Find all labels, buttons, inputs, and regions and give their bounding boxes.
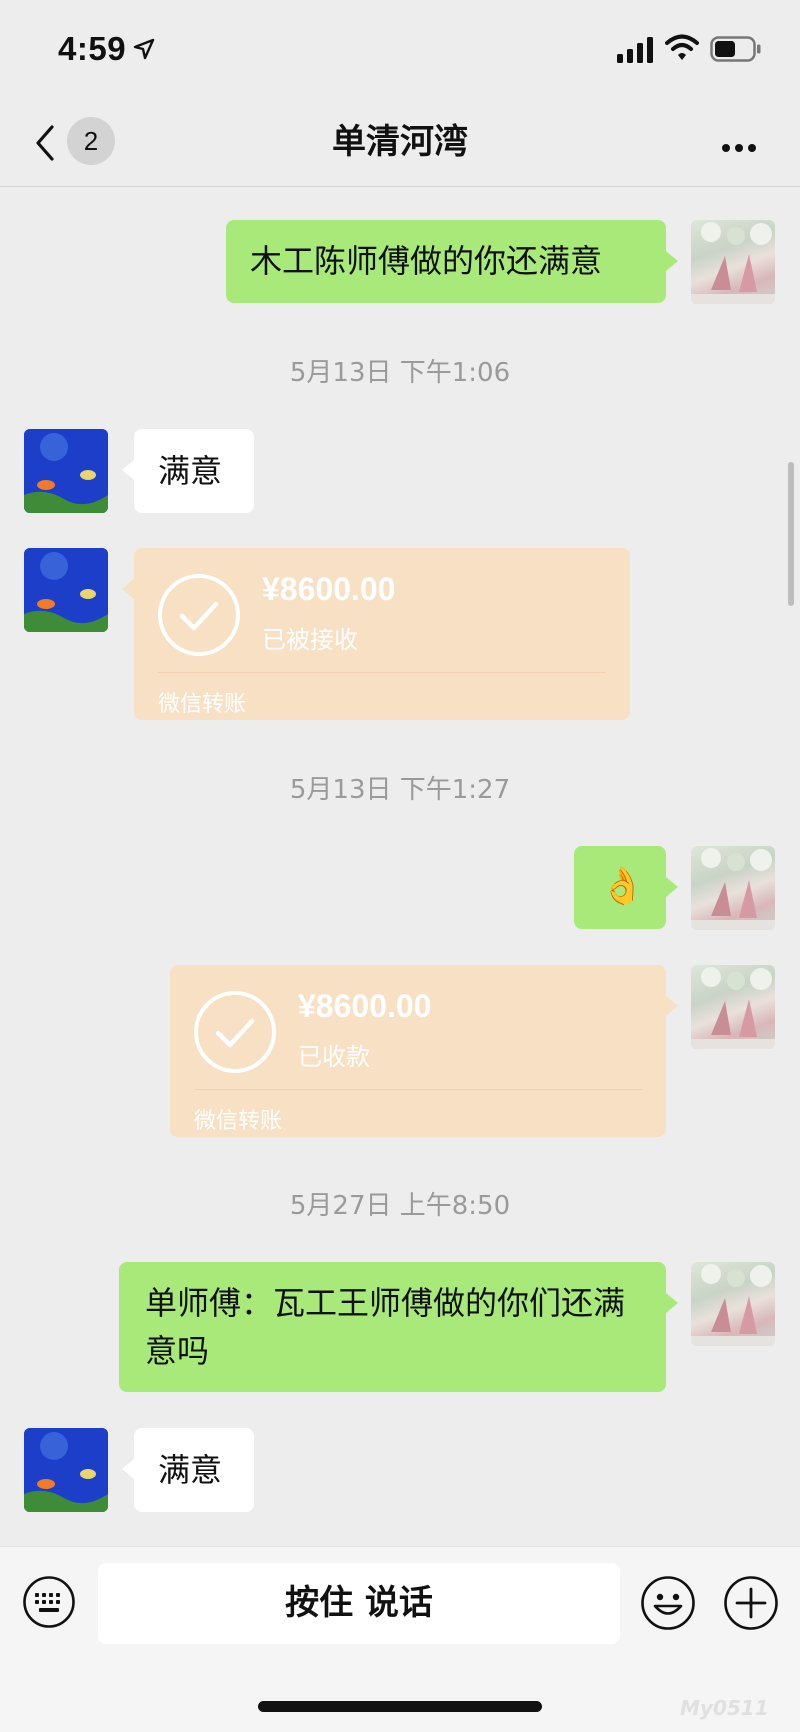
- divider: [194, 1089, 642, 1090]
- timestamp: 5月13日 下午1:06: [289, 358, 511, 388]
- transfer-amount: ¥8600.00: [262, 571, 396, 607]
- ok-hand-emoji: 👌: [600, 866, 645, 907]
- transfer-footer: 微信转账: [158, 692, 247, 717]
- emoji-icon[interactable]: [640, 1575, 696, 1631]
- transfer-status: 已被接收: [262, 626, 358, 654]
- home-indicator[interactable]: [258, 1701, 542, 1712]
- wifi-icon: [665, 34, 699, 60]
- avatar-self[interactable]: [691, 220, 775, 304]
- message-text: 木工陈师傅做的你还满意: [250, 242, 603, 280]
- back-chevron-icon[interactable]: [30, 123, 60, 163]
- location-arrow-icon: [133, 38, 155, 60]
- transfer-amount: ¥8600.00: [298, 988, 432, 1024]
- more-icon[interactable]: [722, 137, 762, 152]
- keyboard-icon[interactable]: [22, 1575, 76, 1629]
- avatar-self[interactable]: [691, 965, 775, 1049]
- avatar-contact[interactable]: [24, 429, 108, 513]
- hold-to-talk-button[interactable]: 按住 说话: [98, 1563, 620, 1644]
- timestamp: 5月27日 上午8:50: [289, 1191, 511, 1221]
- watermark: My0511: [680, 1696, 769, 1720]
- message-text: 单师傅：瓦工王师傅做的你们还满意吗: [145, 1284, 626, 1370]
- checkmark-circle-icon: [194, 991, 276, 1073]
- timestamp: 5月13日 下午1:27: [289, 775, 511, 805]
- checkmark-circle-icon: [158, 574, 240, 656]
- plus-icon[interactable]: [723, 1575, 779, 1631]
- unread-badge[interactable]: 2: [67, 117, 115, 165]
- message-bubble-outgoing[interactable]: 单师傅：瓦工王师傅做的你们还满意吗: [119, 1262, 678, 1392]
- chat-title: 单清河湾: [332, 122, 468, 162]
- avatar-self[interactable]: [691, 846, 775, 930]
- status-time: 4:59: [58, 30, 127, 67]
- transfer-card[interactable]: ¥8600.00 已收款 微信转账: [170, 965, 678, 1137]
- message-bubble-outgoing[interactable]: 木工陈师傅做的你还满意: [226, 220, 678, 303]
- message-bubble-outgoing[interactable]: 👌: [574, 846, 678, 929]
- message-bubble-incoming[interactable]: 满意: [122, 1428, 254, 1512]
- avatar-contact[interactable]: [24, 1428, 108, 1512]
- scrollbar[interactable]: [788, 462, 794, 606]
- transfer-footer: 微信转账: [194, 1109, 283, 1134]
- transfer-status: 已收款: [298, 1043, 370, 1071]
- divider: [158, 672, 606, 673]
- battery-icon: [710, 36, 761, 62]
- message-bubble-incoming[interactable]: 满意: [122, 429, 254, 513]
- message-text: 满意: [158, 452, 223, 490]
- avatar-contact[interactable]: [24, 548, 108, 632]
- message-text: 满意: [158, 1451, 223, 1489]
- avatar-self[interactable]: [691, 1262, 775, 1346]
- signal-icon: [617, 37, 653, 63]
- transfer-card[interactable]: ¥8600.00 已被接收 微信转账: [122, 548, 630, 720]
